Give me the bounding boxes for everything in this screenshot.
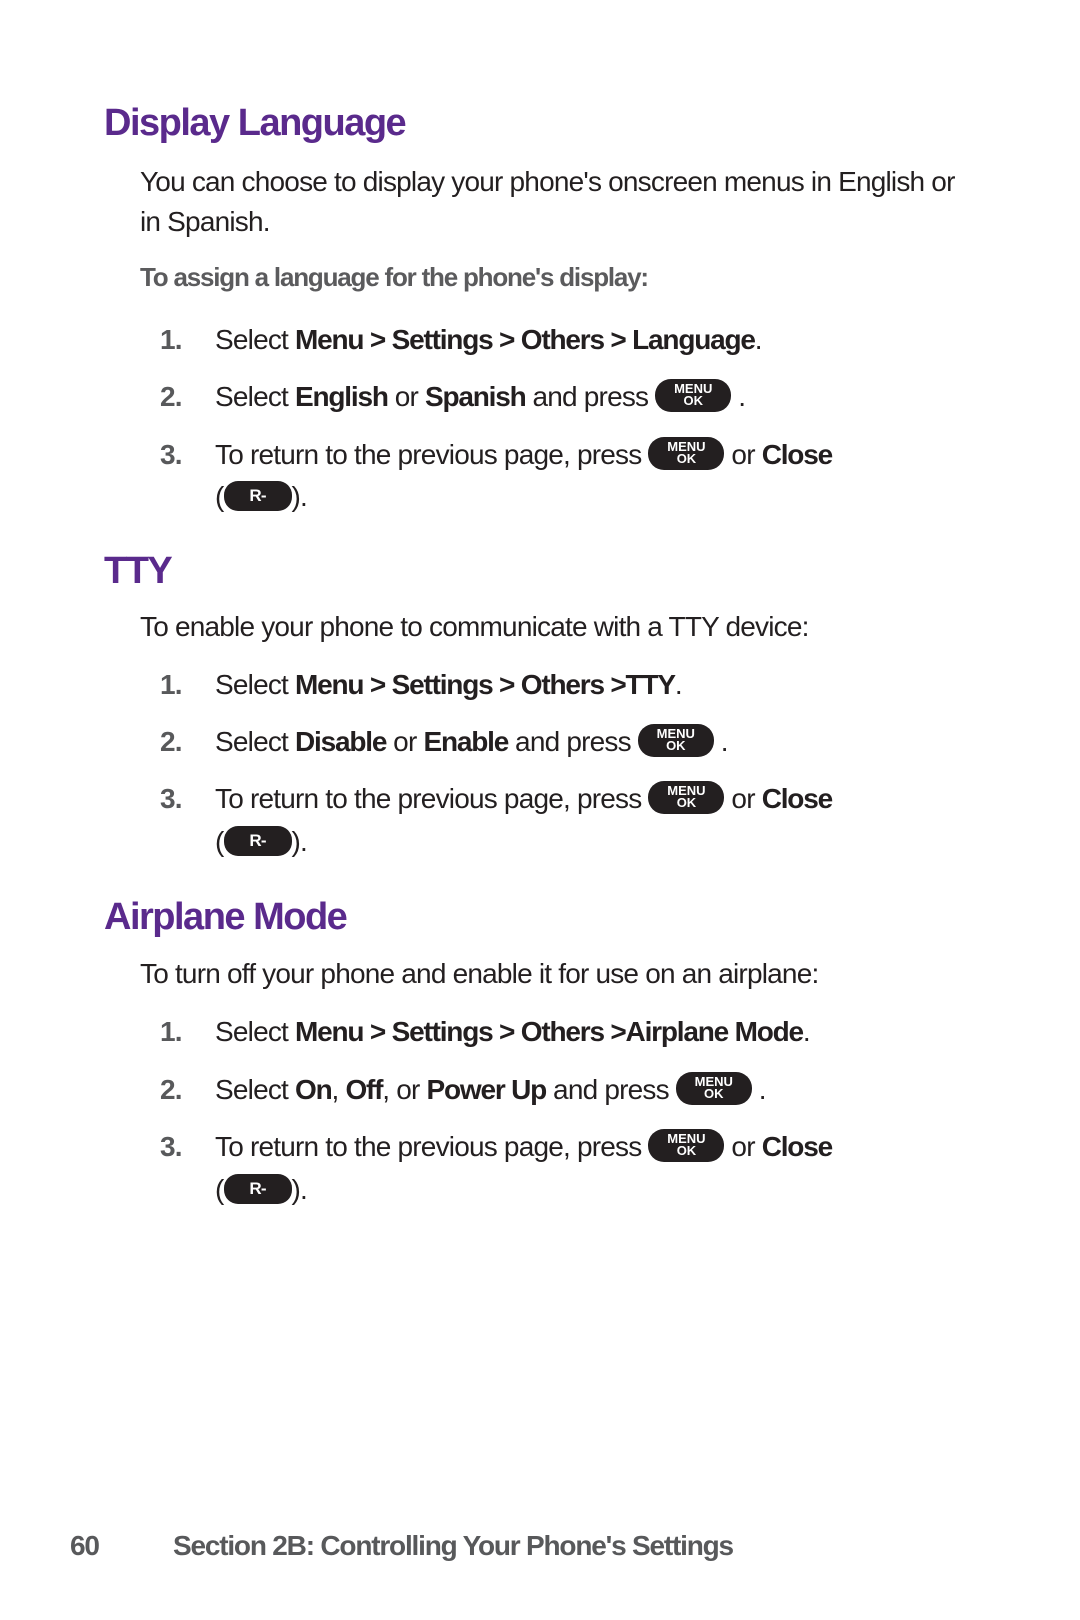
page-number: 60 bbox=[70, 1530, 100, 1561]
menu-ok-key-icon: MENU OK bbox=[655, 379, 732, 413]
heading-airplane-mode: Airplane Mode bbox=[104, 896, 348, 938]
step-3-continuation: (R-Softkey). bbox=[215, 480, 308, 531]
step-3-continuation: (R-Softkey). bbox=[215, 1173, 308, 1224]
intro-airplane-mode: To turn off your phone and enable it for… bbox=[140, 958, 819, 989]
menu-ok-key-icon: MENU OK bbox=[675, 1072, 752, 1106]
heading-tty: TTY bbox=[104, 550, 173, 592]
intro-tty: To enable your phone to communicate with… bbox=[140, 611, 809, 642]
section-title: Section 2B: Controlling Your Phone's Set… bbox=[173, 1530, 734, 1561]
step-3-continuation: (R-Softkey). bbox=[215, 825, 308, 876]
menu-ok-key-icon: MENU OK bbox=[648, 1129, 725, 1163]
intro-display-language: You can choose to display your phone's o… bbox=[140, 166, 955, 237]
menu-ok-key-icon: MENU OK bbox=[648, 437, 725, 471]
menu-path: Menu > Settings > Others >TTY bbox=[295, 669, 676, 700]
heading-display-language: Display Language bbox=[104, 102, 407, 144]
menu-path: Menu > Settings > Others > Language bbox=[295, 324, 756, 355]
menu-path: Menu > Settings > Others >Airplane Mode bbox=[295, 1016, 804, 1047]
menu-ok-key-icon: MENU OK bbox=[637, 724, 714, 758]
menu-ok-key-icon: MENU OK bbox=[648, 781, 725, 815]
r-softkey-icon: R-Softkey bbox=[223, 1173, 292, 1224]
r-softkey-icon: R-Softkey bbox=[223, 480, 292, 531]
subheading-assign-language: To assign a language for the phone's dis… bbox=[140, 262, 649, 292]
r-softkey-icon: R-Softkey bbox=[223, 825, 292, 876]
